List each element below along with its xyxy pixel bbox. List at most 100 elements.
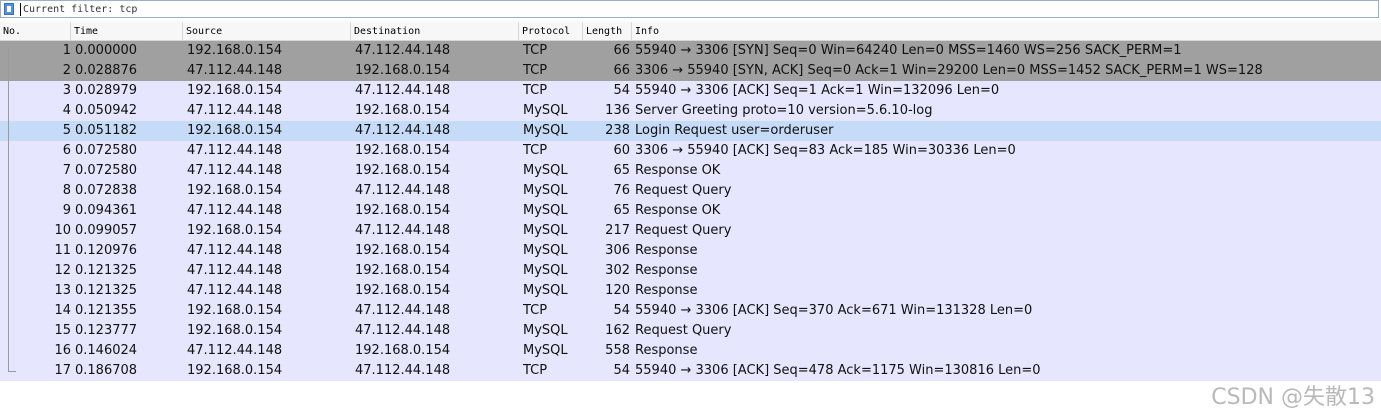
packet-source: 192.168.0.154 — [187, 43, 283, 58]
text-cursor — [20, 3, 21, 16]
packet-number: 11 — [54, 243, 71, 258]
packet-destination: 47.112.44.148 — [355, 223, 451, 238]
packet-row[interactable]: 4 0.050942 47.112.44.148 192.168.0.154 MySQL… — [0, 101, 1381, 121]
packet-number: 12 — [54, 263, 71, 278]
packet-time: 0.123777 — [75, 323, 138, 338]
packet-row[interactable]: 2 0.028876 47.112.44.148 192.168.0.154 TCP 66… — [0, 61, 1381, 81]
packet-length: 306 — [605, 243, 630, 258]
packet-length: 238 — [605, 123, 630, 138]
packet-number: 2 — [62, 63, 71, 78]
packet-info: Server Greeting proto=10 version=5.6.10-… — [635, 103, 933, 118]
packet-row[interactable]: 9 0.094361 47.112.44.148 192.168.0.154 MySQL… — [0, 201, 1381, 221]
column-header-length[interactable]: Length — [583, 22, 632, 41]
packet-source: 192.168.0.154 — [187, 223, 283, 238]
packet-number: 3 — [62, 83, 71, 98]
packet-time: 0.050942 — [75, 103, 138, 118]
packet-number: 16 — [54, 343, 71, 358]
packet-number: 7 — [62, 163, 71, 178]
packet-time: 0.186708 — [75, 363, 138, 378]
packet-info: Request Query — [635, 223, 732, 238]
packet-source: 47.112.44.148 — [187, 63, 283, 78]
packet-info: 3306 → 55940 [SYN, ACK] Seq=0 Ack=1 Win=… — [635, 63, 1263, 78]
packet-source: 47.112.44.148 — [187, 143, 283, 158]
packet-row[interactable]: 6 0.072580 47.112.44.148 192.168.0.154 TCP 60… — [0, 141, 1381, 161]
filter-input-text[interactable]: Current filter: tcp — [23, 2, 137, 17]
packet-row[interactable]: 8 0.072838 192.168.0.154 47.112.44.148 MySQL… — [0, 181, 1381, 201]
packet-number: 6 — [62, 143, 71, 158]
packet-list: 1 0.000000 192.168.0.154 47.112.44.148 TCP 66… — [0, 41, 1381, 381]
packet-protocol: TCP — [523, 303, 548, 318]
packet-source: 192.168.0.154 — [187, 83, 283, 98]
packet-protocol: MySQL — [523, 183, 568, 198]
packet-time: 0.028876 — [75, 63, 138, 78]
packet-number: 5 — [62, 123, 71, 138]
packet-protocol: MySQL — [523, 283, 568, 298]
packet-info: Response — [635, 263, 698, 278]
packet-protocol: TCP — [523, 83, 548, 98]
packet-destination: 192.168.0.154 — [355, 263, 451, 278]
packet-protocol: MySQL — [523, 223, 568, 238]
column-header-no[interactable]: No. — [0, 22, 71, 41]
packet-row[interactable]: 1 0.000000 192.168.0.154 47.112.44.148 TCP 66… — [0, 41, 1381, 61]
packet-time: 0.094361 — [75, 203, 138, 218]
packet-source: 192.168.0.154 — [187, 363, 283, 378]
packet-length: 302 — [605, 263, 630, 278]
packet-destination: 192.168.0.154 — [355, 203, 451, 218]
packet-length: 558 — [605, 343, 630, 358]
packet-destination: 192.168.0.154 — [355, 163, 451, 178]
conversation-bracket-line — [8, 48, 9, 371]
column-header-time[interactable]: Time — [71, 22, 183, 41]
display-filter-bar[interactable]: Current filter: tcp — [0, 0, 1379, 18]
packet-destination: 47.112.44.148 — [355, 363, 451, 378]
packet-destination: 47.112.44.148 — [355, 183, 451, 198]
packet-source: 47.112.44.148 — [187, 243, 283, 258]
packet-destination: 47.112.44.148 — [355, 43, 451, 58]
packet-destination: 47.112.44.148 — [355, 323, 451, 338]
packet-source: 47.112.44.148 — [187, 203, 283, 218]
packet-number: 8 — [62, 183, 71, 198]
packet-protocol: MySQL — [523, 123, 568, 138]
packet-time: 0.121325 — [75, 283, 138, 298]
packet-info: Request Query — [635, 323, 732, 338]
packet-row[interactable]: 14 0.121355 192.168.0.154 47.112.44.148 TCP 5… — [0, 301, 1381, 321]
packet-row[interactable]: 5 0.051182 192.168.0.154 47.112.44.148 MySQL… — [0, 121, 1381, 141]
packet-info: Request Query — [635, 183, 732, 198]
column-header-source[interactable]: Source — [183, 22, 351, 41]
packet-time: 0.072580 — [75, 163, 138, 178]
packet-time: 0.120976 — [75, 243, 138, 258]
packet-number: 15 — [54, 323, 71, 338]
packet-destination: 192.168.0.154 — [355, 343, 451, 358]
packet-row[interactable]: 7 0.072580 47.112.44.148 192.168.0.154 MySQL… — [0, 161, 1381, 181]
packet-row[interactable]: 17 0.186708 192.168.0.154 47.112.44.148 TCP 5… — [0, 361, 1381, 381]
bookmark-icon[interactable] — [4, 3, 14, 15]
packet-row[interactable]: 12 0.121325 47.112.44.148 192.168.0.154 MySQ… — [0, 261, 1381, 281]
packet-protocol: TCP — [523, 43, 548, 58]
column-header-destination[interactable]: Destination — [351, 22, 519, 41]
packet-destination: 192.168.0.154 — [355, 63, 451, 78]
packet-info: Response OK — [635, 203, 721, 218]
packet-destination: 47.112.44.148 — [355, 303, 451, 318]
packet-row[interactable]: 13 0.121325 47.112.44.148 192.168.0.154 MySQ… — [0, 281, 1381, 301]
packet-length: 60 — [613, 143, 630, 158]
packet-source: 47.112.44.148 — [187, 103, 283, 118]
packet-row[interactable]: 15 0.123777 192.168.0.154 47.112.44.148 MySQ… — [0, 321, 1381, 341]
packet-protocol: MySQL — [523, 163, 568, 178]
packet-source: 192.168.0.154 — [187, 123, 283, 138]
packet-destination: 192.168.0.154 — [355, 283, 451, 298]
packet-row[interactable]: 3 0.028979 192.168.0.154 47.112.44.148 TCP 54… — [0, 81, 1381, 101]
packet-row[interactable]: 16 0.146024 47.112.44.148 192.168.0.154 MySQ… — [0, 341, 1381, 361]
column-header-info[interactable]: Info — [632, 22, 1381, 41]
packet-info: 55940 → 3306 [ACK] Seq=370 Ack=671 Win=1… — [635, 303, 1033, 318]
column-header-protocol[interactable]: Protocol — [519, 22, 583, 41]
watermark: CSDN @失散13 — [1211, 385, 1375, 410]
packet-source: 47.112.44.148 — [187, 283, 283, 298]
packet-number: 1 — [62, 43, 71, 58]
packet-list-header: No. Time Source Destination Protocol Len… — [0, 22, 1381, 41]
packet-info: Response — [635, 343, 698, 358]
packet-number: 4 — [62, 103, 71, 118]
packet-row[interactable]: 11 0.120976 47.112.44.148 192.168.0.154 MySQ… — [0, 241, 1381, 261]
packet-time: 0.072838 — [75, 183, 138, 198]
packet-row[interactable]: 10 0.099057 192.168.0.154 47.112.44.148 MySQ… — [0, 221, 1381, 241]
packet-length: 120 — [605, 283, 630, 298]
packet-protocol: MySQL — [523, 243, 568, 258]
